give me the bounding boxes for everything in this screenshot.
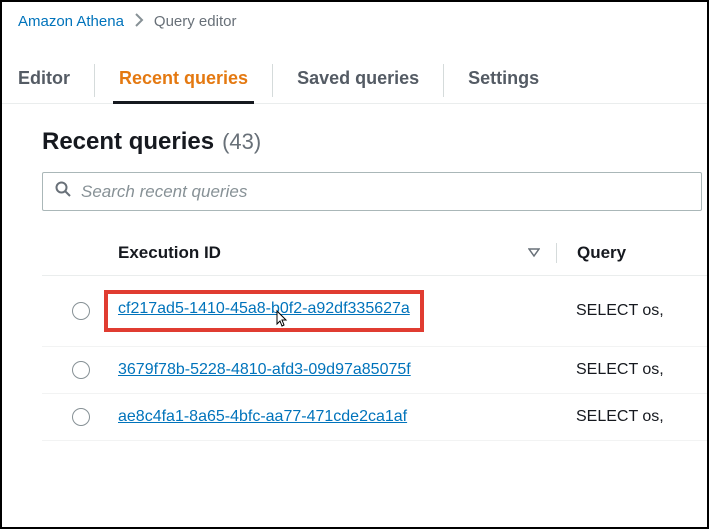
execution-id-link[interactable]: cf217ad5-1410-45a8-b0f2-a92df335627a xyxy=(118,300,410,317)
column-select xyxy=(42,243,118,263)
highlight-annotation: cf217ad5-1410-45a8-b0f2-a92df335627a xyxy=(104,290,424,332)
tab-editor[interactable]: Editor xyxy=(18,58,70,103)
chevron-right-icon xyxy=(134,12,144,30)
recent-queries-table: Execution ID Query cf217ad5-1410-45a8-b0… xyxy=(42,231,707,441)
tab-saved-queries[interactable]: Saved queries xyxy=(297,58,419,103)
tab-recent-queries[interactable]: Recent queries xyxy=(119,58,248,103)
content-panel: Recent queries (43) Execution ID Query c xyxy=(2,104,707,441)
tab-divider xyxy=(443,64,444,97)
query-cell: SELECT os, xyxy=(556,408,707,426)
tab-divider xyxy=(94,64,95,97)
tab-settings[interactable]: Settings xyxy=(468,58,539,103)
table-header: Execution ID Query xyxy=(42,231,707,276)
row-radio[interactable] xyxy=(72,408,90,426)
breadcrumb: Amazon Athena Query editor xyxy=(2,2,707,40)
table-row: cf217ad5-1410-45a8-b0f2-a92df335627a SEL… xyxy=(42,276,707,347)
query-cell: SELECT os, xyxy=(556,361,707,379)
sort-icon[interactable] xyxy=(528,243,540,263)
section-title-text: Recent queries xyxy=(42,128,214,156)
tabs: Editor Recent queries Saved queries Sett… xyxy=(2,40,707,104)
breadcrumb-root-link[interactable]: Amazon Athena xyxy=(18,13,124,30)
tab-divider xyxy=(272,64,273,97)
execution-id-link[interactable]: 3679f78b-5228-4810-afd3-09d97a85075f xyxy=(118,361,411,378)
section-count: (43) xyxy=(222,129,261,155)
row-radio[interactable] xyxy=(72,302,90,320)
query-cell: SELECT os, xyxy=(556,302,707,320)
execution-id-link[interactable]: ae8c4fa1-8a65-4bfc-aa77-471cde2ca1af xyxy=(118,408,407,425)
column-execution-id[interactable]: Execution ID xyxy=(118,243,556,263)
search-input[interactable] xyxy=(81,182,689,202)
search-box[interactable] xyxy=(42,172,702,211)
table-row: 3679f78b-5228-4810-afd3-09d97a85075f SEL… xyxy=(42,347,707,394)
breadcrumb-current: Query editor xyxy=(154,13,237,30)
section-title: Recent queries (43) xyxy=(42,128,707,156)
search-icon xyxy=(55,181,71,202)
table-row: ae8c4fa1-8a65-4bfc-aa77-471cde2ca1af SEL… xyxy=(42,394,707,441)
column-query[interactable]: Query xyxy=(557,243,707,263)
row-radio[interactable] xyxy=(72,361,90,379)
column-execution-id-label: Execution ID xyxy=(118,243,221,263)
